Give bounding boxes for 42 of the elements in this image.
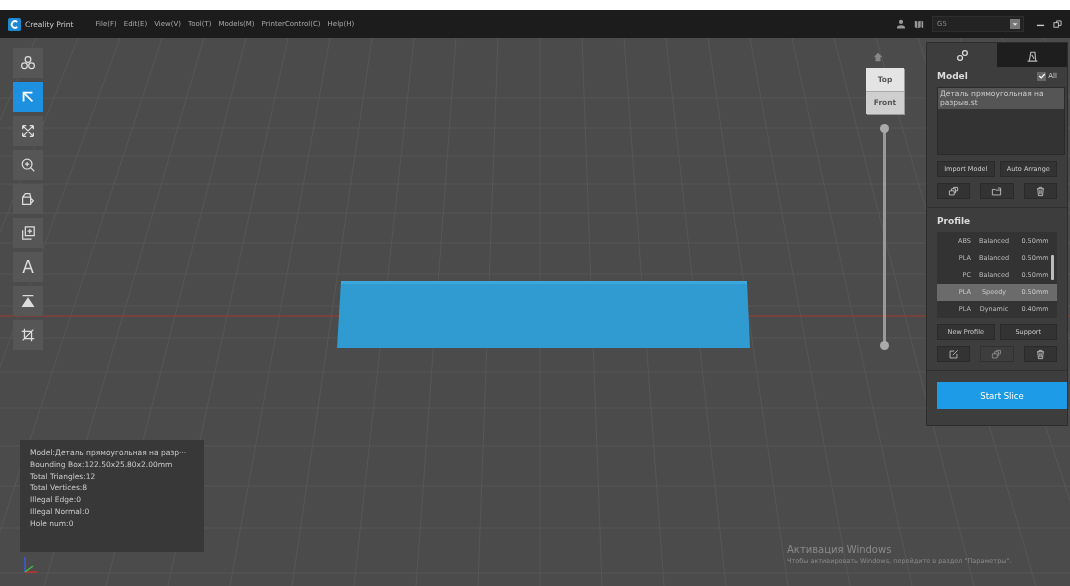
restore-icon[interactable] xyxy=(1053,19,1062,29)
crop-icon xyxy=(20,327,36,343)
edit-icon xyxy=(948,348,960,360)
circles-icon xyxy=(20,55,36,71)
user-icon[interactable] xyxy=(896,19,906,29)
activation-title: Активация Windows xyxy=(787,544,893,555)
tool-button[interactable] xyxy=(13,48,43,78)
lay-flat-icon xyxy=(20,293,36,309)
section-title: Model xyxy=(937,71,968,81)
panel-tab[interactable] xyxy=(997,43,1067,67)
tool-button[interactable] xyxy=(13,150,43,180)
icon-button[interactable] xyxy=(937,183,971,199)
boxes-icon xyxy=(991,348,1003,360)
tool-button[interactable] xyxy=(13,286,43,316)
boxes-icon xyxy=(948,185,960,197)
section-title: Profile xyxy=(937,216,972,226)
tool-button[interactable] xyxy=(13,82,43,112)
caret-icon xyxy=(1010,19,1020,29)
trash-icon xyxy=(1034,348,1046,360)
axes-icon xyxy=(22,556,38,574)
icon-button[interactable] xyxy=(1023,183,1057,199)
check-icon xyxy=(1037,72,1046,80)
scrollbar[interactable] xyxy=(1051,255,1054,280)
icon-button[interactable] xyxy=(937,346,971,362)
zoom-in-icon xyxy=(20,157,36,173)
cursor-arrow-icon xyxy=(20,89,36,105)
layer-slider[interactable] xyxy=(880,124,889,350)
map-icon[interactable] xyxy=(914,19,924,29)
icon-button[interactable] xyxy=(1023,346,1057,362)
home-icon[interactable] xyxy=(873,52,883,62)
tool-button[interactable] xyxy=(13,320,43,350)
tool-button[interactable] xyxy=(13,184,43,214)
tool-button[interactable] xyxy=(13,218,43,248)
tool-button[interactable]: A xyxy=(13,252,43,282)
app-logo-icon xyxy=(8,17,21,31)
rotate-box-icon xyxy=(20,191,36,207)
folder-icon xyxy=(991,185,1003,197)
arrows-icon xyxy=(20,123,36,139)
icon-button[interactable] xyxy=(980,183,1014,199)
tool-button[interactable] xyxy=(13,116,43,146)
clone-icon xyxy=(20,225,36,241)
trash-icon xyxy=(1034,185,1046,197)
